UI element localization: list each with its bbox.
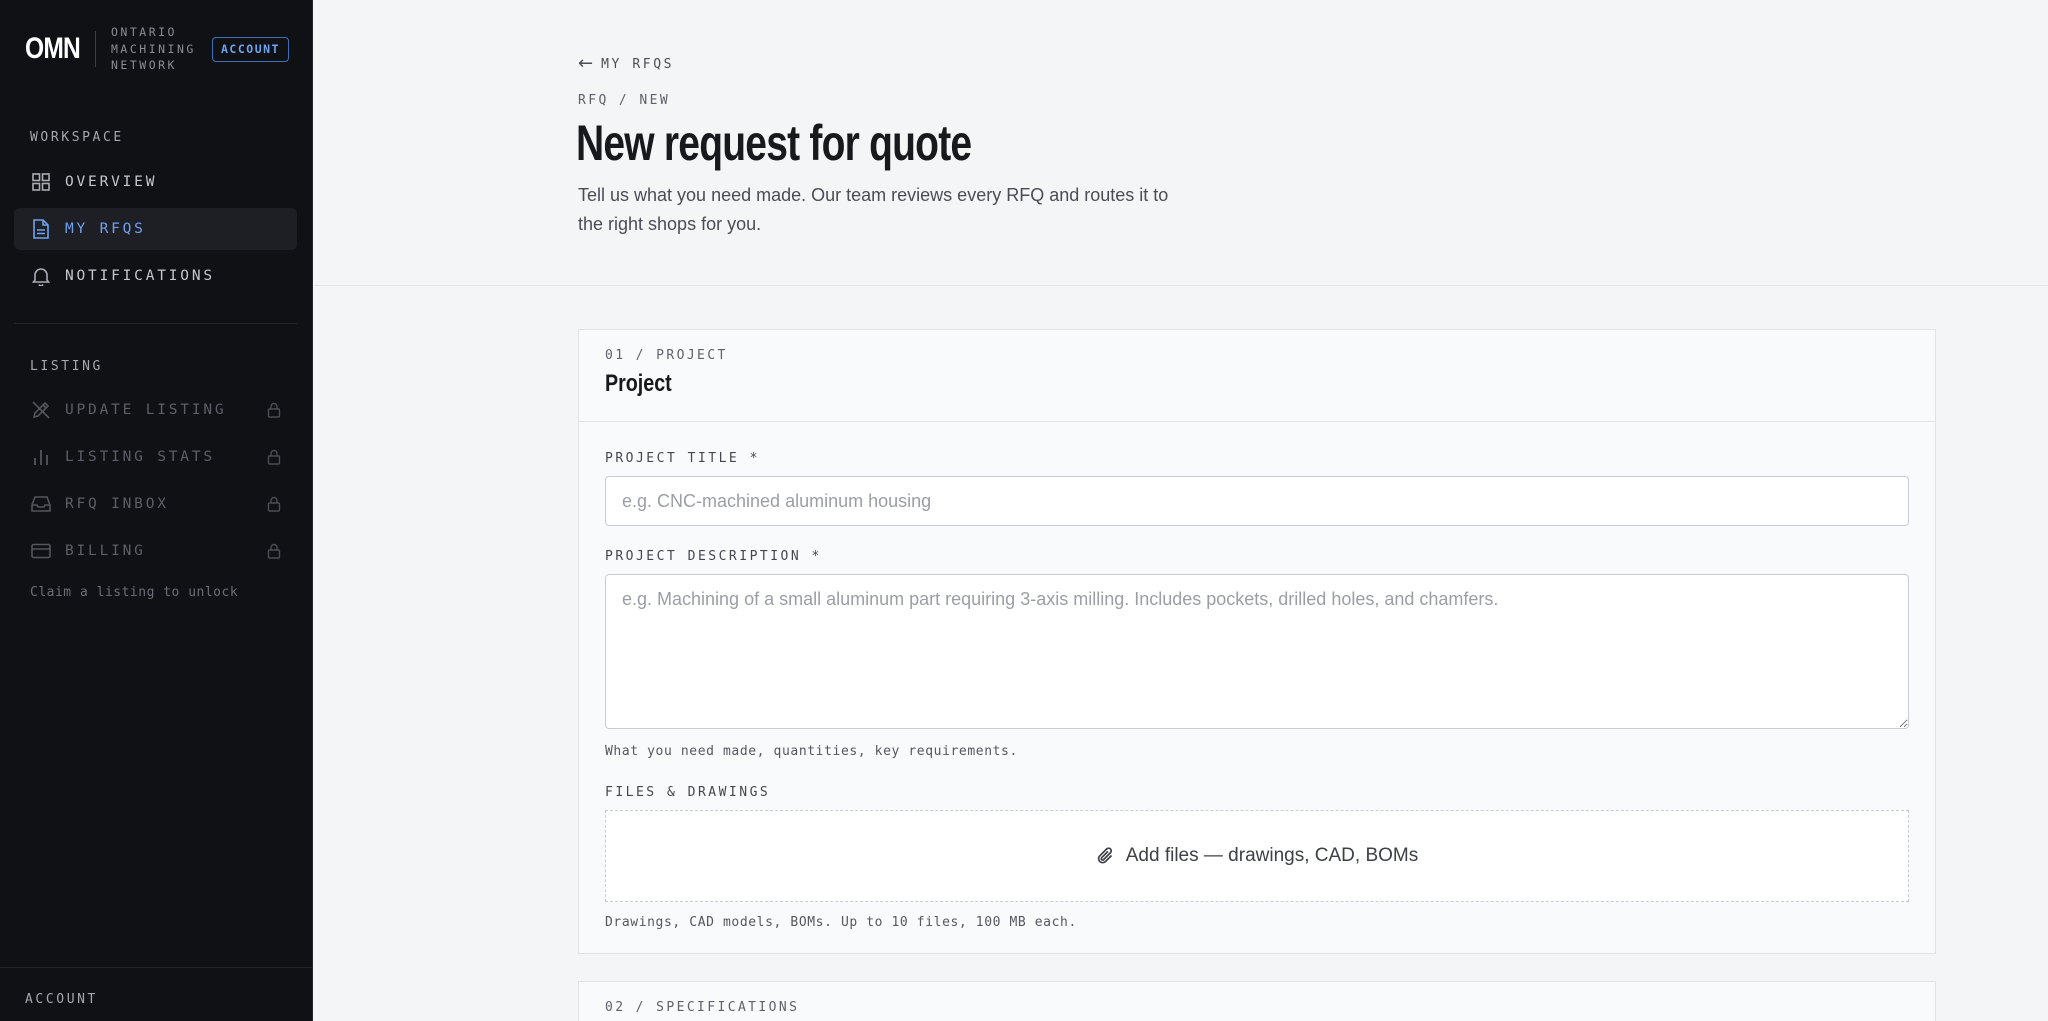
card-step: 01 / PROJECT (605, 348, 728, 363)
inbox-icon (31, 494, 51, 514)
grid-icon (31, 172, 51, 192)
sidebar-item-label: BILLING (65, 543, 146, 559)
lock-icon (267, 449, 281, 465)
sidebar-item-my-rfqs[interactable]: MY RFQS (14, 208, 297, 250)
brand[interactable]: OMN ONTARIO MACHINING NETWORK (25, 24, 207, 74)
lock-icon (267, 543, 281, 559)
file-dropzone[interactable]: Add files — drawings, CAD, BOMs (605, 810, 1909, 902)
sidebar-divider (14, 323, 297, 324)
project-description-label: PROJECT DESCRIPTION * (605, 549, 822, 564)
brand-name-line: MACHINING (111, 41, 196, 56)
bar-chart-icon (31, 447, 51, 467)
edit-icon (31, 400, 51, 420)
breadcrumb: RFQ / NEW (578, 93, 671, 108)
files-hint: Drawings, CAD models, BOMs. Up to 10 fil… (605, 915, 1077, 930)
project-description-input[interactable] (605, 574, 1909, 729)
listing-section-title: LISTING (30, 359, 103, 374)
page-header: ← MY RFQS RFQ / NEW New request for quot… (314, 0, 2048, 286)
sidebar-item-label: MY RFQS (65, 221, 146, 237)
bell-icon (31, 266, 51, 286)
sidebar-item-label: UPDATE LISTING (65, 402, 227, 418)
lock-icon (267, 402, 281, 418)
file-dropzone-label: Add files — drawings, CAD, BOMs (1125, 845, 1419, 866)
project-title-input[interactable] (605, 476, 1909, 526)
brand-divider (95, 31, 96, 67)
workspace-section-title: WORKSPACE (30, 130, 124, 145)
sidebar-footer-divider (0, 967, 313, 968)
project-description-hint: What you need made, quantities, key requ… (605, 744, 1018, 759)
account-badge: ACCOUNT (212, 37, 289, 62)
page-description: Tell us what you need made. Our team rev… (578, 185, 1169, 234)
sidebar-item-listing-stats[interactable]: LISTING STATS (14, 436, 297, 478)
sidebar-item-label: LISTING STATS (65, 449, 215, 465)
page-title: New request for quote (576, 115, 972, 171)
back-link[interactable]: ← MY RFQS (578, 55, 674, 73)
sidebar-item-notifications[interactable]: NOTIFICATIONS (14, 255, 297, 297)
paperclip-icon (1097, 847, 1112, 864)
unlock-hint: Claim a listing to unlock (30, 585, 239, 600)
files-label: FILES & DRAWINGS (605, 785, 771, 800)
main-content: ← MY RFQS RFQ / NEW New request for quot… (314, 0, 2048, 1021)
document-icon (31, 219, 51, 239)
lock-icon (267, 496, 281, 512)
sidebar-item-label: RFQ INBOX (65, 496, 169, 512)
brand-name-line: ONTARIO (111, 25, 177, 40)
sidebar-item-update-listing[interactable]: UPDATE LISTING (14, 389, 297, 431)
credit-card-icon (31, 541, 51, 561)
brand-name-line: NETWORK (111, 58, 177, 73)
sidebar: OMN ONTARIO MACHINING NETWORK ACCOUNT WO… (0, 0, 313, 1021)
sidebar-item-label: OVERVIEW (65, 174, 158, 190)
project-card: 01 / PROJECT Project PROJECT TITLE * PRO… (578, 329, 1936, 954)
brand-name: ONTARIO MACHINING NETWORK (111, 24, 207, 74)
specifications-card: 02 / SPECIFICATIONS (578, 981, 1936, 1021)
sidebar-account-label[interactable]: ACCOUNT (25, 992, 98, 1007)
arrow-left-icon: ← (578, 53, 594, 74)
back-link-label: MY RFQS (601, 56, 675, 72)
card-title: Project (605, 370, 672, 397)
sidebar-item-overview[interactable]: OVERVIEW (14, 161, 297, 203)
project-title-label: PROJECT TITLE * (605, 451, 760, 466)
card-step: 02 / SPECIFICATIONS (605, 1000, 800, 1015)
sidebar-item-billing[interactable]: BILLING (14, 530, 297, 572)
card-header: 01 / PROJECT Project (579, 330, 1935, 422)
brand-logo: OMN (25, 32, 81, 65)
sidebar-item-label: NOTIFICATIONS (65, 268, 215, 284)
sidebar-item-rfq-inbox[interactable]: RFQ INBOX (14, 483, 297, 525)
